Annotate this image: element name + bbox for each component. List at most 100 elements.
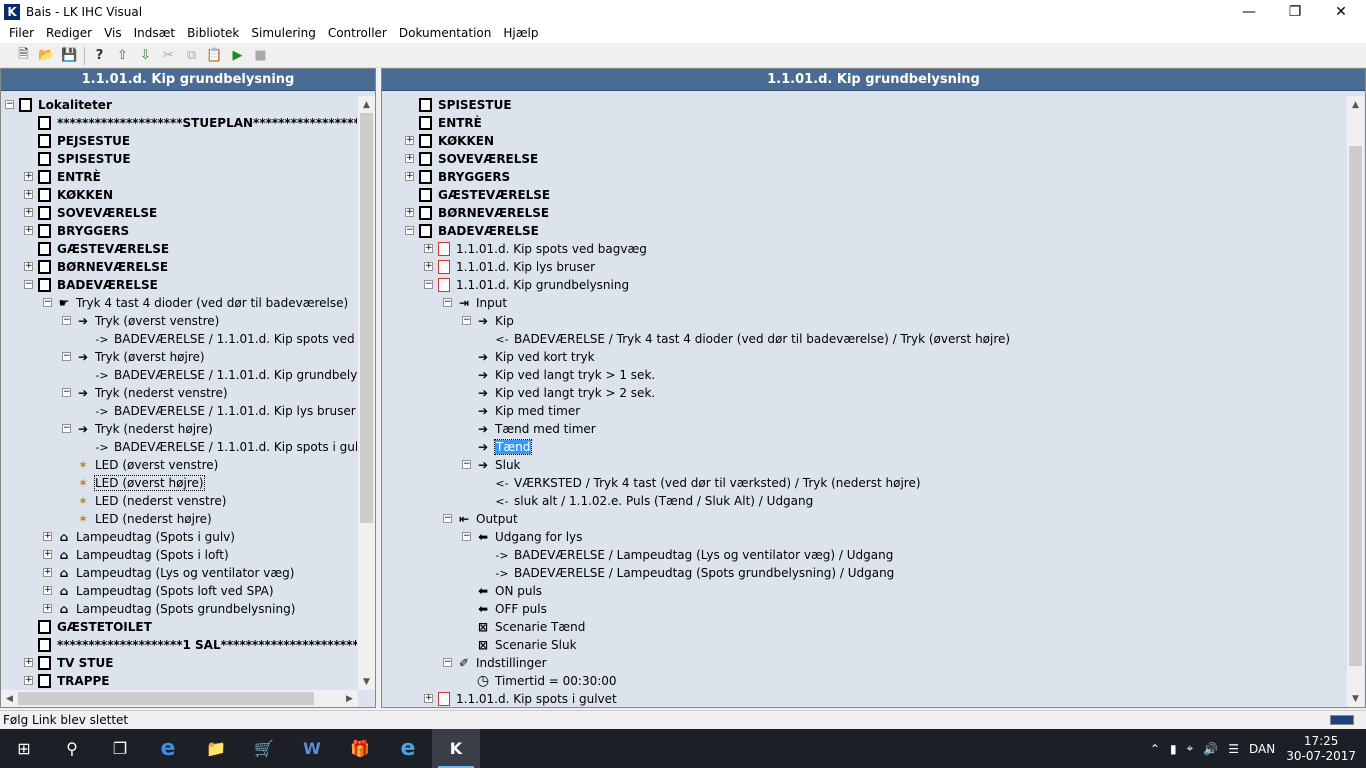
tree-item[interactable]: ENTRÈ [38, 168, 101, 186]
menu-hjaelp[interactable]: Hjælp [497, 26, 544, 40]
battery-icon[interactable]: ▮ [1170, 742, 1177, 756]
tree-item[interactable]: ☛ Tryk 4 tast 4 dioder (ved dør til badev… [57, 294, 349, 312]
play-icon[interactable]: ▶ [226, 45, 249, 67]
expand-toggle-icon[interactable]: + [24, 190, 33, 199]
task-view-icon[interactable]: ❐ [96, 729, 144, 768]
upload-icon[interactable]: ⇧ [111, 45, 134, 67]
expand-toggle-icon[interactable]: + [43, 550, 52, 559]
download-icon[interactable]: ⇩ [134, 45, 157, 67]
scroll-down-icon[interactable]: ▼ [358, 673, 375, 690]
tree-item[interactable]: ◷ Timertid = 00:30:00 [476, 672, 617, 690]
tree-item[interactable]: ➔ Kip ved langt tryk > 1 sek. [476, 366, 655, 384]
collapse-toggle-icon[interactable]: − [62, 388, 71, 397]
tree-item[interactable]: -> BADEVÆRELSE / 1.1.01.d. Kip grundbelys… [95, 366, 357, 384]
expand-toggle-icon[interactable]: + [24, 262, 33, 271]
clock[interactable]: 17:25 30-07-2017 [1286, 734, 1356, 764]
scroll-up-icon[interactable]: ▲ [1347, 96, 1364, 113]
tree-item[interactable]: -> BADEVÆRELSE / 1.1.01.d. Kip lys bruser… [95, 402, 357, 420]
paste-icon[interactable]: 📋 [203, 45, 226, 67]
expand-toggle-icon[interactable]: + [405, 208, 414, 217]
left-horizontal-scrollbar[interactable]: ◀ ▶ [1, 690, 358, 707]
collapse-toggle-icon[interactable]: − [462, 460, 471, 469]
tree-item[interactable]: ➔ Kip ved kort tryk [476, 348, 595, 366]
tree-item[interactable]: BADEVÆRELSE [419, 222, 539, 240]
tree-item[interactable]: ⬅ ON puls [476, 582, 542, 600]
expand-toggle-icon[interactable]: + [43, 568, 52, 577]
scroll-thumb[interactable] [360, 113, 373, 523]
network-icon[interactable]: ⌖ [1187, 741, 1194, 756]
tree-item[interactable]: KØKKEN [38, 186, 113, 204]
tree-item[interactable]: PEJSESTUE [38, 132, 130, 150]
store-icon[interactable]: 🛒 [240, 729, 288, 768]
tree-item[interactable]: ➔ Kip [476, 312, 514, 330]
left-vertical-scrollbar[interactable]: ▲ ▼ [358, 96, 375, 690]
collapse-toggle-icon[interactable]: − [62, 352, 71, 361]
lk-ihc-visual-icon[interactable]: K [432, 729, 480, 768]
tree-item[interactable]: ⌂ Lampeudtag (Spots grundbelysning) [57, 600, 296, 618]
expand-toggle-icon[interactable]: + [24, 226, 33, 235]
expand-toggle-icon[interactable]: + [405, 136, 414, 145]
tree-item[interactable]: BRYGGERS [38, 222, 129, 240]
tree-item[interactable]: ⬅ Udgang for lys [476, 528, 582, 546]
collapse-toggle-icon[interactable]: − [443, 298, 452, 307]
tree-item[interactable]: ➔ Kip med timer [476, 402, 580, 420]
tree-item[interactable]: ********************1 SAL***************… [38, 636, 357, 654]
tree-item[interactable]: SPISESTUE [38, 150, 131, 168]
tree-item[interactable]: BØRNEVÆRELSE [419, 204, 549, 222]
stop-icon[interactable]: ■ [249, 45, 272, 67]
collapse-toggle-icon[interactable]: − [462, 532, 471, 541]
tree-item[interactable]: TRAPPE [38, 672, 110, 690]
collapse-toggle-icon[interactable]: − [443, 514, 452, 523]
menu-rediger[interactable]: Rediger [40, 26, 98, 40]
save-icon[interactable]: 💾 [58, 45, 81, 67]
tree-item[interactable]: ➔ Tryk (øverst højre) [76, 348, 205, 366]
collapse-toggle-icon[interactable]: − [43, 298, 52, 307]
tree-item[interactable]: ⊠ Scenarie Tænd [476, 618, 585, 636]
minimize-button[interactable]: — [1226, 0, 1272, 23]
tree-item[interactable]: ➔ Tryk (nederst venstre) [76, 384, 228, 402]
menu-indsaet[interactable]: Indsæt [128, 26, 182, 40]
gift-app-icon[interactable]: 🎁 [336, 729, 384, 768]
tree-item[interactable]: ********************STUEPLAN************… [38, 114, 357, 132]
tree-item[interactable]: -> BADEVÆRELSE / Lampeudtag (Spots grundb… [495, 564, 894, 582]
collapse-toggle-icon[interactable]: − [62, 424, 71, 433]
open-folder-icon[interactable]: 📂 [35, 45, 58, 67]
volume-icon[interactable]: 🔊 [1203, 742, 1218, 756]
tree-item[interactable]: ✶ LED (nederst venstre) [76, 492, 227, 510]
tree-item[interactable]: BADEVÆRELSE [38, 276, 158, 294]
collapse-toggle-icon[interactable]: − [405, 226, 414, 235]
scroll-right-icon[interactable]: ▶ [341, 690, 358, 707]
tree-item[interactable]: SPISESTUE [419, 96, 512, 114]
menu-simulering[interactable]: Simulering [245, 26, 321, 40]
search-icon[interactable]: ⚲ [48, 729, 96, 768]
tree-item[interactable]: ✐ Indstillinger [457, 654, 547, 672]
tree-item[interactable]: GÆSTEVÆRELSE [419, 186, 550, 204]
tree-item[interactable]: KØKKEN [419, 132, 494, 150]
tree-item[interactable]: SOVEVÆRELSE [38, 204, 157, 222]
right-vertical-scrollbar[interactable]: ▲ ▼ [1347, 96, 1364, 707]
tree-item[interactable]: ➔ Tryk (øverst venstre) [76, 312, 219, 330]
tree-item[interactable]: ⬅ OFF puls [476, 600, 547, 618]
expand-toggle-icon[interactable]: + [424, 244, 433, 253]
tree-item[interactable]: -> BADEVÆRELSE / 1.1.01.d. Kip spots i gu… [95, 438, 357, 456]
tree-item[interactable]: 1.1.01.d. Kip spots i gulvet [438, 690, 617, 707]
expand-toggle-icon[interactable]: + [424, 694, 433, 703]
expand-toggle-icon[interactable]: + [43, 604, 52, 613]
tree-item[interactable]: ✶ LED (nederst højre) [76, 510, 212, 528]
tree-item[interactable]: ⌂ Lampeudtag (Spots i gulv) [57, 528, 235, 546]
tree-item[interactable]: BØRNEVÆRELSE [38, 258, 168, 276]
tree-item[interactable]: 1.1.01.d. Kip spots ved bagvæg [438, 240, 647, 258]
scroll-thumb[interactable] [1349, 146, 1362, 666]
expand-toggle-icon[interactable]: + [424, 262, 433, 271]
tree-item[interactable]: ➔ Sluk [476, 456, 521, 474]
maximize-button[interactable]: ❐ [1272, 0, 1318, 23]
menu-controller[interactable]: Controller [322, 26, 393, 40]
word-icon[interactable]: W [288, 729, 336, 768]
collapse-toggle-icon[interactable]: − [462, 316, 471, 325]
tree-item[interactable]: ⇤ Output [457, 510, 518, 528]
collapse-toggle-icon[interactable]: − [24, 280, 33, 289]
tree-item[interactable]: ENTRÈ [419, 114, 482, 132]
show-hidden-icons-icon[interactable]: ⌃ [1150, 742, 1160, 756]
expand-toggle-icon[interactable]: + [43, 532, 52, 541]
tree-item[interactable]: ➔ Tænd med timer [476, 420, 596, 438]
